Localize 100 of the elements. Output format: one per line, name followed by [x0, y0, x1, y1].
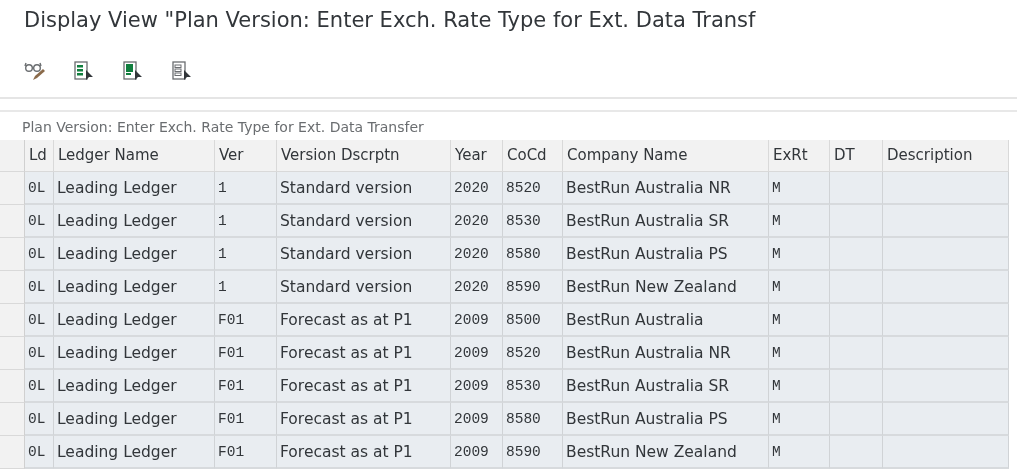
select-block-icon[interactable] — [122, 60, 144, 82]
column-header[interactable]: Ld — [25, 140, 54, 172]
table-cell: Leading Ledger — [54, 205, 215, 238]
table-cell: 2020 — [451, 172, 503, 205]
table-cell: Forecast as at P1 — [277, 436, 451, 469]
table-cell: Leading Ledger — [54, 271, 215, 304]
table-cell: 8580 — [503, 238, 563, 271]
table-cell: 0L — [25, 304, 54, 337]
table-cell: 2009 — [451, 436, 503, 469]
column-header[interactable]: Version Dscrptn — [277, 140, 451, 172]
table-cell: 8580 — [503, 403, 563, 436]
table-cell: 2009 — [451, 337, 503, 370]
row-selector[interactable] — [0, 271, 25, 304]
table-cell: Leading Ledger — [54, 238, 215, 271]
table-cell: 8530 — [503, 370, 563, 403]
table-cell: Leading Ledger — [54, 304, 215, 337]
table-cell — [830, 271, 883, 304]
table-cell: M — [769, 304, 830, 337]
table-cell — [830, 370, 883, 403]
table-cell: 8500 — [503, 304, 563, 337]
table-cell: Leading Ledger — [54, 337, 215, 370]
table-cell: 2009 — [451, 403, 503, 436]
table-cell: BestRun Australia NR — [563, 337, 769, 370]
table-cell: BestRun Australia SR — [563, 370, 769, 403]
table-cell: M — [769, 403, 830, 436]
row-selector[interactable] — [0, 238, 25, 271]
table-cell: Forecast as at P1 — [277, 337, 451, 370]
table-cell: Leading Ledger — [54, 172, 215, 205]
table-cell: 2020 — [451, 271, 503, 304]
table-cell: 8590 — [503, 436, 563, 469]
table-cell: 0L — [25, 238, 54, 271]
table-cell: 2009 — [451, 370, 503, 403]
table-cell: 0L — [25, 205, 54, 238]
table-cell: Forecast as at P1 — [277, 304, 451, 337]
table-cell: M — [769, 271, 830, 304]
column-header[interactable]: ExRt — [769, 140, 830, 172]
table-cell: 0L — [25, 436, 54, 469]
column-header[interactable]: CoCd — [503, 140, 563, 172]
table-cell: 1 — [215, 271, 277, 304]
table-cell — [830, 337, 883, 370]
table-cell — [830, 238, 883, 271]
row-selector[interactable] — [0, 337, 25, 370]
deselect-all-icon[interactable] — [171, 60, 193, 82]
row-selector[interactable] — [0, 304, 25, 337]
table-cell — [830, 304, 883, 337]
table-cell: 1 — [215, 172, 277, 205]
table-cell: 0L — [25, 370, 54, 403]
window-title: Display View "Plan Version: Enter Exch. Rate Type for Ext. Data Transf — [24, 8, 756, 32]
table-corner[interactable] — [0, 140, 25, 172]
table-cell: M — [769, 370, 830, 403]
table-cell: Leading Ledger — [54, 436, 215, 469]
table-cell: BestRun New Zealand — [563, 271, 769, 304]
row-selector[interactable] — [0, 205, 25, 238]
table-cell: 0L — [25, 172, 54, 205]
table-cell: Standard version — [277, 205, 451, 238]
table-cell — [830, 436, 883, 469]
table-cell: M — [769, 205, 830, 238]
table-cell: 1 — [215, 205, 277, 238]
column-header[interactable]: Ver — [215, 140, 277, 172]
table-cell: BestRun Australia SR — [563, 205, 769, 238]
table-cell: 8520 — [503, 337, 563, 370]
table-cell: F01 — [215, 436, 277, 469]
table-cell: 0L — [25, 403, 54, 436]
column-header[interactable]: Company Name — [563, 140, 769, 172]
table-cell: F01 — [215, 337, 277, 370]
row-selector[interactable] — [0, 370, 25, 403]
column-header[interactable]: Description — [883, 140, 1009, 172]
table-cell: BestRun New Zealand — [563, 436, 769, 469]
table-cell: 8530 — [503, 205, 563, 238]
table-cell: BestRun Australia PS — [563, 238, 769, 271]
row-selector[interactable] — [0, 436, 25, 469]
column-header[interactable]: Ledger Name — [54, 140, 215, 172]
table-cell: M — [769, 337, 830, 370]
column-header[interactable]: DT — [830, 140, 883, 172]
table-cell: Standard version — [277, 172, 451, 205]
glasses-icon[interactable] — [24, 60, 46, 82]
table-cell: Forecast as at P1 — [277, 370, 451, 403]
table-cell: F01 — [215, 370, 277, 403]
row-selector[interactable] — [0, 403, 25, 436]
table-cell: 2020 — [451, 238, 503, 271]
table-cell: Forecast as at P1 — [277, 403, 451, 436]
table-cell: 8520 — [503, 172, 563, 205]
column-header[interactable]: Year — [451, 140, 503, 172]
table-cell: 0L — [25, 271, 54, 304]
table-cell — [830, 172, 883, 205]
table-cell — [830, 205, 883, 238]
table-cell: BestRun Australia NR — [563, 172, 769, 205]
table-cell: Leading Ledger — [54, 403, 215, 436]
table-cell: 2020 — [451, 205, 503, 238]
table-cell — [830, 403, 883, 436]
table-cell: BestRun Australia PS — [563, 403, 769, 436]
select-all-icon[interactable] — [73, 60, 95, 82]
table-cell: 2009 — [451, 304, 503, 337]
table-cell: BestRun Australia — [563, 304, 769, 337]
table-cell: 8590 — [503, 271, 563, 304]
table-cell: F01 — [215, 403, 277, 436]
table-cell: M — [769, 436, 830, 469]
table-cell: 1 — [215, 238, 277, 271]
row-selector[interactable] — [0, 172, 25, 205]
table-cell: Standard version — [277, 271, 451, 304]
